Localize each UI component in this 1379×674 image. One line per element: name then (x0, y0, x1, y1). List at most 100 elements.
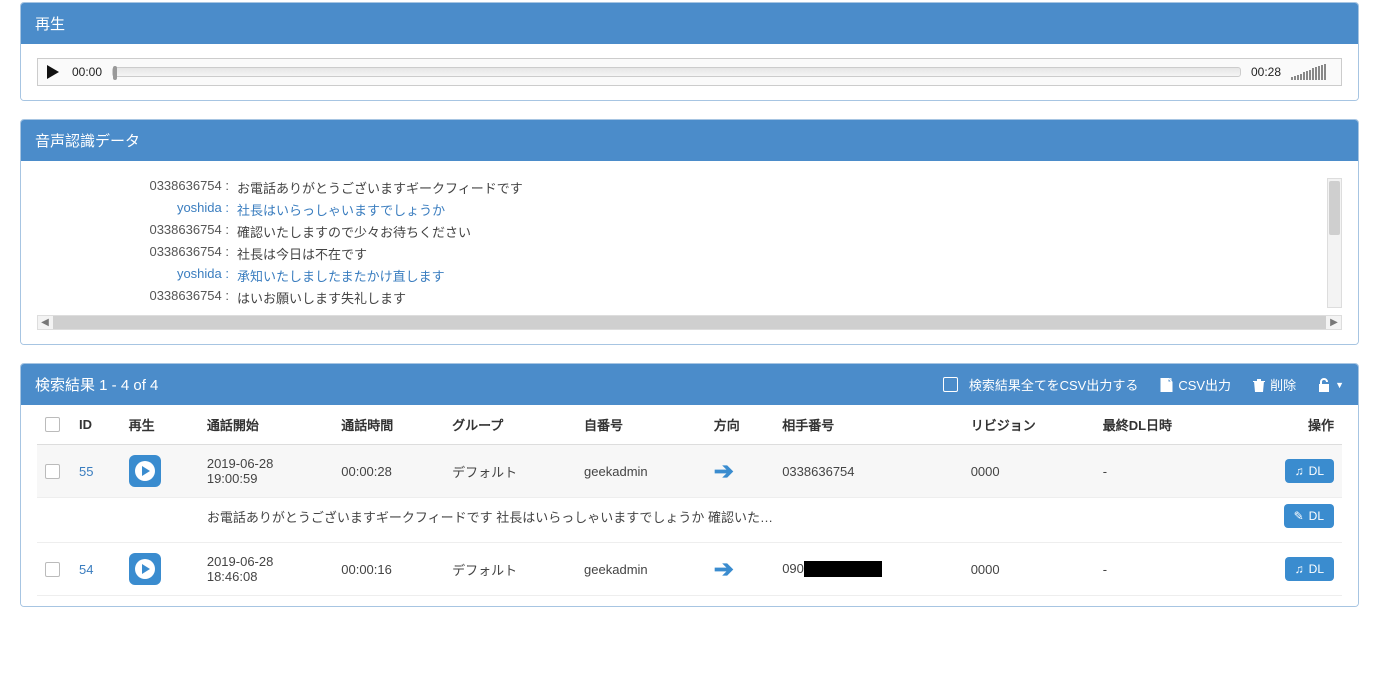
checkbox-icon (943, 377, 958, 392)
transcript-panel: 音声認識データ 0338636754 :お電話ありがとうございますギークフィード… (20, 119, 1359, 345)
col-direction: 方向 (706, 405, 774, 445)
col-own-number: 自番号 (576, 405, 706, 445)
csv-export-button[interactable]: CSV出力 (1160, 375, 1231, 394)
audio-player: 00:00 00:28 (37, 58, 1342, 86)
trash-icon (1253, 378, 1265, 392)
cell-id: 54 (71, 543, 121, 596)
vertical-scrollbar[interactable] (1327, 178, 1342, 308)
play-button[interactable] (44, 63, 62, 81)
col-play: 再生 (121, 405, 199, 445)
cell-direction: ➔ (706, 445, 774, 498)
col-duration: 通話時間 (333, 405, 444, 445)
snippet-row: お電話ありがとうございますギークフィードです 社長はいらっしゃいますでしょうか … (37, 498, 1342, 543)
cell-last-dl: - (1095, 445, 1234, 498)
music-icon: ♫ (1295, 562, 1304, 576)
table-row: 542019-06-2818:46:0800:00:16デフォルトgeekadm… (37, 543, 1342, 596)
results-title: 検索結果 1 - 4 of 4 (35, 374, 158, 395)
audio-dl-button[interactable]: ♫ DL (1285, 557, 1334, 581)
transcript-row: 0338636754 :お電話ありがとうございますギークフィードです (37, 178, 1326, 197)
cell-start: 2019-06-2819:00:59 (199, 445, 333, 498)
row-play-button[interactable] (129, 553, 161, 585)
col-last-dl: 最終DL日時 (1095, 405, 1234, 445)
delete-button[interactable]: 削除 (1253, 375, 1296, 394)
transcript-title: 音声認識データ (35, 130, 140, 151)
row-checkbox[interactable] (45, 562, 60, 577)
transcript-text: 社長は今日は不在です (237, 244, 1326, 263)
cell-group: デフォルト (444, 445, 576, 498)
cell-start: 2019-06-2818:46:08 (199, 543, 333, 596)
cell-play (121, 543, 199, 596)
transcript-speaker: 0338636754 : (37, 222, 237, 241)
cell-actions: ♫ DL (1234, 445, 1342, 498)
cell-duration: 00:00:28 (333, 445, 444, 498)
audio-dl-button[interactable]: ♫ DL (1285, 459, 1334, 483)
cell-play (121, 445, 199, 498)
cell-checkbox (37, 445, 71, 498)
horizontal-scrollbar[interactable]: ◀▶ (37, 315, 1342, 330)
transcript-lines: 0338636754 :お電話ありがとうございますギークフィードですyoshid… (37, 178, 1342, 307)
transcript-speaker: 0338636754 : (37, 288, 237, 307)
transcript-body: 0338636754 :お電話ありがとうございますギークフィードですyoshid… (21, 161, 1358, 344)
transcript-text: 社長はいらっしゃいますでしょうか (237, 200, 1326, 219)
cell-own-number: geekadmin (576, 445, 706, 498)
playback-title: 再生 (35, 13, 65, 34)
cell-other-number: 0338636754 (774, 445, 963, 498)
chevron-down-icon: ▼ (1335, 380, 1344, 390)
arrow-right-icon: ➔ (714, 556, 734, 583)
transcript-text: お電話ありがとうございますギークフィードです (237, 178, 1326, 197)
results-body: ID 再生 通話開始 通話時間 グループ 自番号 方向 相手番号 リビジョン 最… (21, 405, 1358, 606)
cell-last-dl: - (1095, 543, 1234, 596)
file-icon (1160, 378, 1173, 392)
cell-edit-dl: ✎ DL (1234, 498, 1342, 543)
export-all-checkbox[interactable]: 検索結果全てをCSV出力する (943, 375, 1138, 394)
csv-label: CSV出力 (1178, 375, 1231, 394)
cell-actions: ♫ DL (1234, 543, 1342, 596)
edit-dl-button[interactable]: ✎ DL (1284, 504, 1334, 528)
snippet-text: お電話ありがとうございますギークフィードです 社長はいらっしゃいますでしょうか … (199, 498, 1234, 543)
cell-revision: 0000 (963, 543, 1095, 596)
arrow-right-icon: ➔ (714, 458, 734, 485)
transcript-row: 0338636754 :確認いたしますので少々お待ちください (37, 222, 1326, 241)
transcript-row: 0338636754 :はいお願いします失礼します (37, 288, 1326, 307)
cell-direction: ➔ (706, 543, 774, 596)
select-all-checkbox[interactable] (45, 417, 60, 432)
col-revision: リビジョン (963, 405, 1095, 445)
unlock-icon (1318, 378, 1330, 392)
col-group: グループ (444, 405, 576, 445)
audio-duration: 00:28 (1251, 65, 1281, 79)
lock-menu[interactable]: ▼ (1318, 378, 1344, 392)
row-play-button[interactable] (129, 455, 161, 487)
cell-checkbox (37, 543, 71, 596)
audio-current-time: 00:00 (72, 65, 102, 79)
col-actions: 操作 (1234, 405, 1342, 445)
row-checkbox[interactable] (45, 464, 60, 479)
id-link[interactable]: 55 (79, 464, 93, 479)
playback-panel: 再生 00:00 00:28 (20, 2, 1359, 101)
col-start: 通話開始 (199, 405, 333, 445)
redacted-number (804, 561, 882, 577)
transcript-row: yoshida :社長はいらっしゃいますでしょうか (37, 200, 1326, 219)
delete-label: 削除 (1270, 375, 1296, 394)
col-other-number: 相手番号 (774, 405, 963, 445)
transcript-row: 0338636754 :社長は今日は不在です (37, 244, 1326, 263)
cell-revision: 0000 (963, 445, 1095, 498)
export-all-label: 検索結果全てをCSV出力する (969, 375, 1138, 394)
cell-group: デフォルト (444, 543, 576, 596)
transcript-text: 確認いたしますので少々お待ちください (237, 222, 1326, 241)
cell-other-number: 090 (774, 543, 963, 596)
table-row: 55 2019-06-2819:00:5900:00:28デフォルトgeekadm… (37, 445, 1342, 498)
volume-icon[interactable] (1291, 64, 1335, 80)
audio-seek-slider[interactable] (112, 67, 1241, 77)
cell-id: 55 (71, 445, 121, 498)
transcript-header: 音声認識データ (21, 120, 1358, 161)
transcript-speaker: yoshida : (37, 266, 237, 285)
transcript-text: はいお願いします失礼します (237, 288, 1326, 307)
cell-duration: 00:00:16 (333, 543, 444, 596)
id-link[interactable]: 54 (79, 562, 93, 577)
transcript-speaker: 0338636754 : (37, 244, 237, 263)
results-header: 検索結果 1 - 4 of 4 検索結果全てをCSV出力する CSV出力 削除 … (21, 364, 1358, 405)
transcript-text: 承知いたしましたまたかけ直します (237, 266, 1326, 285)
music-icon: ♫ (1295, 464, 1304, 478)
playback-body: 00:00 00:28 (21, 44, 1358, 100)
col-id: ID (71, 405, 121, 445)
